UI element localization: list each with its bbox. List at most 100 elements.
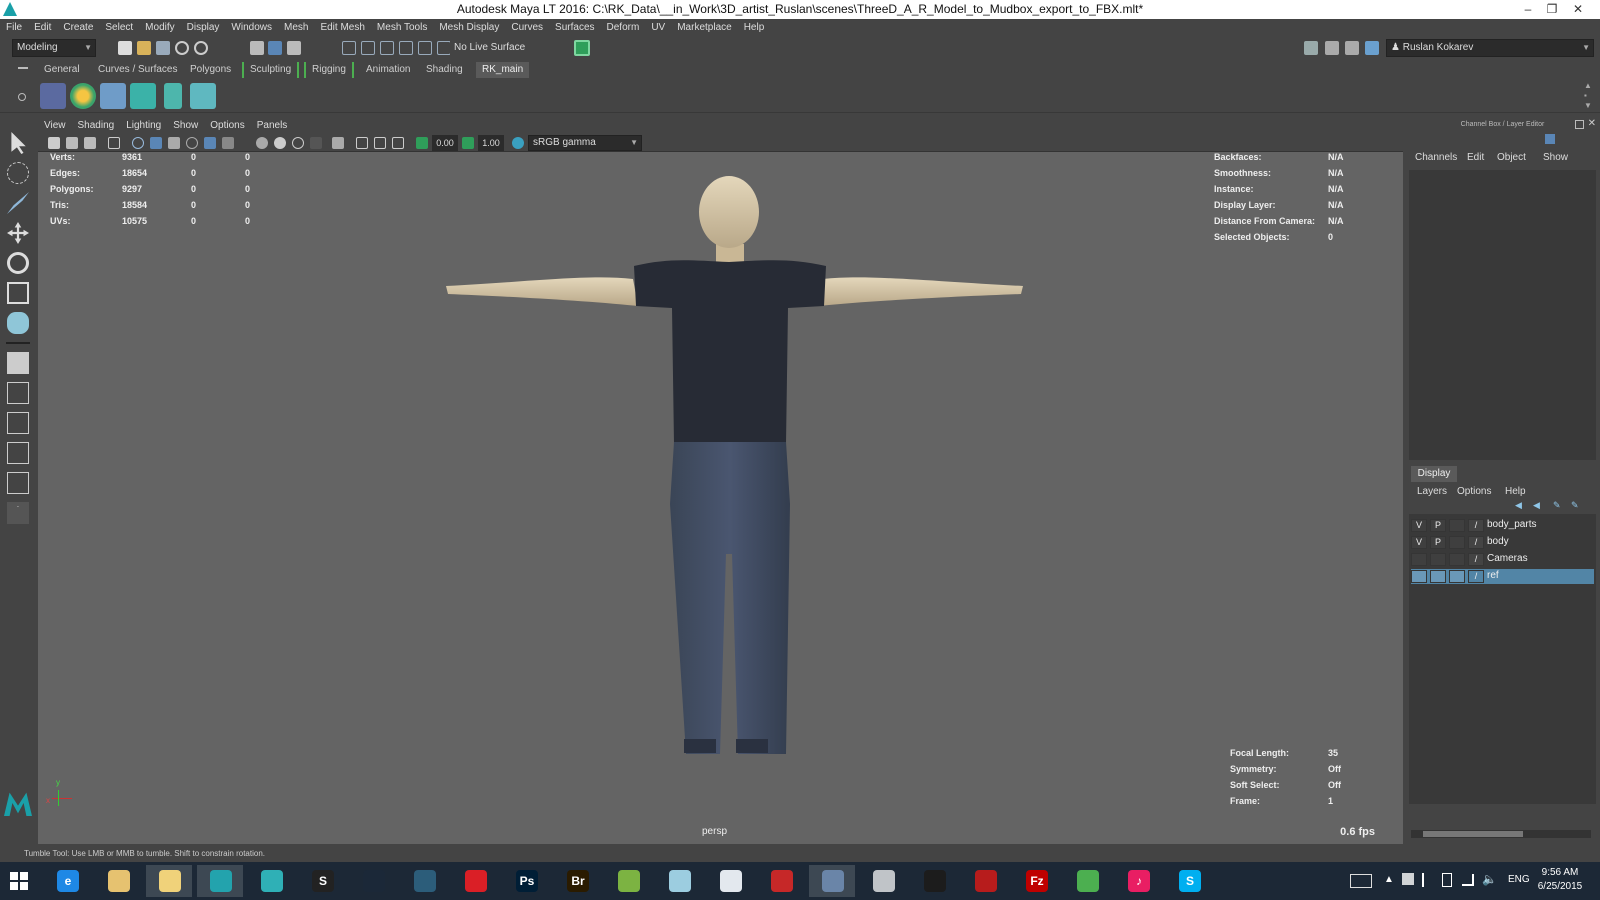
menu-edit-mesh[interactable]: Edit Mesh xyxy=(314,19,370,37)
mirror-icon[interactable] xyxy=(190,83,216,109)
move-tool-icon[interactable] xyxy=(7,222,29,244)
flag-icon[interactable] xyxy=(1422,873,1434,887)
save-scene-icon[interactable] xyxy=(156,41,170,55)
taskbar-app-printer[interactable] xyxy=(860,865,906,897)
taskbar-app-steam[interactable] xyxy=(350,865,396,897)
live-surface-field[interactable]: No Live Surface xyxy=(450,40,530,57)
menu-modify[interactable]: Modify xyxy=(139,19,180,37)
character-model[interactable] xyxy=(438,174,1038,764)
render-view-icon[interactable] xyxy=(574,40,590,56)
layer-horizontal-scrollbar[interactable] xyxy=(1411,830,1591,838)
shelf-tab-rigging[interactable]: Rigging xyxy=(304,62,354,78)
taskbar-app-globe-app[interactable] xyxy=(401,865,447,897)
layer-row-body[interactable]: V P / body xyxy=(1411,535,1594,550)
select-tool-icon[interactable] xyxy=(11,132,26,154)
antialias-icon[interactable] xyxy=(292,137,304,149)
default-material-icon[interactable] xyxy=(168,137,180,149)
snap-edge-icon[interactable] xyxy=(437,41,451,55)
shelf-tab-polygons[interactable]: Polygons xyxy=(184,62,237,78)
bookmark-icon[interactable] xyxy=(84,137,96,149)
shelf-scroll-icon[interactable]: ▲ ▪ ▼ xyxy=(1584,81,1592,111)
select-hierarchy-icon[interactable] xyxy=(250,41,264,55)
move-layer-down-icon[interactable]: ◀ xyxy=(1533,500,1540,511)
cb-menu-channels[interactable]: Channels xyxy=(1415,152,1457,163)
taskbar-app-substance[interactable]: S xyxy=(299,865,345,897)
layer-visibility-toggle[interactable] xyxy=(1411,553,1427,566)
taskbar-app-bridge[interactable]: Br xyxy=(554,865,600,897)
modeling-toolkit-icon[interactable] xyxy=(1304,41,1318,55)
new-scene-icon[interactable] xyxy=(118,41,132,55)
quad-draw-icon[interactable] xyxy=(100,83,126,109)
outliner-layout-icon[interactable] xyxy=(7,472,29,494)
undo-icon[interactable] xyxy=(175,41,189,55)
render-settings-icon[interactable] xyxy=(70,83,96,109)
taskbar-app-itunes[interactable]: ♪ xyxy=(1115,865,1161,897)
battery-icon[interactable] xyxy=(1442,873,1452,887)
viewport-menu-lighting[interactable]: Lighting xyxy=(120,118,167,134)
menu-edit[interactable]: Edit xyxy=(28,19,57,37)
layer-menu-help[interactable]: Help xyxy=(1505,486,1526,497)
viewport-menu-options[interactable]: Options xyxy=(204,118,250,134)
exposure-icon[interactable] xyxy=(416,137,428,149)
viewport-menu-view[interactable]: View xyxy=(38,118,72,134)
tab-display[interactable]: Display xyxy=(1411,466,1457,482)
shelf-tab-sculpting[interactable]: Sculpting xyxy=(242,62,300,78)
snap-curve-icon[interactable] xyxy=(361,41,375,55)
new-layer-selected-icon[interactable]: ✎ xyxy=(1571,500,1579,511)
viewport-menu-show[interactable]: Show xyxy=(167,118,204,134)
menu-windows[interactable]: Windows xyxy=(225,19,278,37)
multi-cut-icon[interactable] xyxy=(130,83,156,109)
taskbar-app-spreadsheet[interactable] xyxy=(605,865,651,897)
layer-type-toggle[interactable] xyxy=(1449,553,1465,566)
layer-row-cameras[interactable]: / Cameras xyxy=(1411,552,1594,567)
layer-row-ref[interactable]: / ref xyxy=(1411,569,1594,584)
input-language[interactable]: ENG xyxy=(1508,874,1530,885)
cb-menu-show[interactable]: Show xyxy=(1543,152,1568,163)
menu-deform[interactable]: Deform xyxy=(601,19,646,37)
layer-playback-toggle[interactable]: P xyxy=(1430,536,1446,549)
exposure-field[interactable]: 0.00 xyxy=(432,135,458,151)
xray-joints-icon[interactable] xyxy=(374,137,386,149)
menu-mesh-display[interactable]: Mesh Display xyxy=(433,19,505,37)
taskbar-app-camera-app[interactable] xyxy=(911,865,957,897)
taskbar-app-calculator[interactable] xyxy=(707,865,753,897)
ambient-occlusion-icon[interactable] xyxy=(256,137,268,149)
menu-create[interactable]: Create xyxy=(57,19,99,37)
viewport-menu-shading[interactable]: Shading xyxy=(72,118,121,134)
taskbar-app-globe[interactable] xyxy=(1064,865,1110,897)
snap-surface-icon[interactable] xyxy=(418,41,432,55)
layer-playback-toggle[interactable] xyxy=(1430,553,1446,566)
menu-uv[interactable]: UV xyxy=(645,19,671,37)
menu-mesh-tools[interactable]: Mesh Tools xyxy=(371,19,433,37)
shelf-tab-rk-main[interactable]: RK_main xyxy=(476,62,530,78)
menu-marketplace[interactable]: Marketplace xyxy=(671,19,737,37)
four-view-icon[interactable] xyxy=(7,382,29,404)
layer-type-toggle[interactable] xyxy=(1449,570,1465,583)
single-view-icon[interactable] xyxy=(7,352,29,374)
keyboard-icon[interactable] xyxy=(1350,874,1372,888)
camera-lock-icon[interactable] xyxy=(66,137,78,149)
shelf-settings-icon[interactable] xyxy=(18,93,26,101)
float-panel-icon[interactable] xyxy=(1575,120,1584,129)
shelf-tab-curves-surfaces[interactable]: Curves / Surfaces xyxy=(92,62,183,78)
layer-visibility-toggle[interactable]: V xyxy=(1411,536,1427,549)
channel-box-icon[interactable] xyxy=(1365,41,1379,55)
snap-point-icon[interactable] xyxy=(380,41,394,55)
persp-outliner-icon[interactable] xyxy=(7,412,29,434)
lasso-tool-icon[interactable] xyxy=(7,162,29,184)
gamma-field[interactable]: 1.00 xyxy=(478,135,504,151)
tool-settings-icon[interactable] xyxy=(1345,41,1359,55)
new-empty-layer-icon[interactable]: ✎ xyxy=(1553,500,1561,511)
restore-button[interactable]: ❐ xyxy=(1540,0,1564,19)
windows-start-icon[interactable] xyxy=(10,872,28,890)
layer-color-swatch[interactable]: / xyxy=(1468,519,1484,532)
taskbar-app-photoshop[interactable]: Ps xyxy=(503,865,549,897)
camera-icon[interactable] xyxy=(48,137,60,149)
shelf-menu-icon[interactable] xyxy=(18,67,28,69)
scrollbar-thumb[interactable] xyxy=(1423,831,1523,837)
color-management-icon[interactable] xyxy=(512,137,524,149)
move-layer-up-icon[interactable]: ◀ xyxy=(1515,500,1522,511)
rotate-tool-icon[interactable] xyxy=(7,252,29,274)
depth-of-field-icon[interactable] xyxy=(310,137,322,149)
layer-visibility-toggle[interactable]: V xyxy=(1411,519,1427,532)
